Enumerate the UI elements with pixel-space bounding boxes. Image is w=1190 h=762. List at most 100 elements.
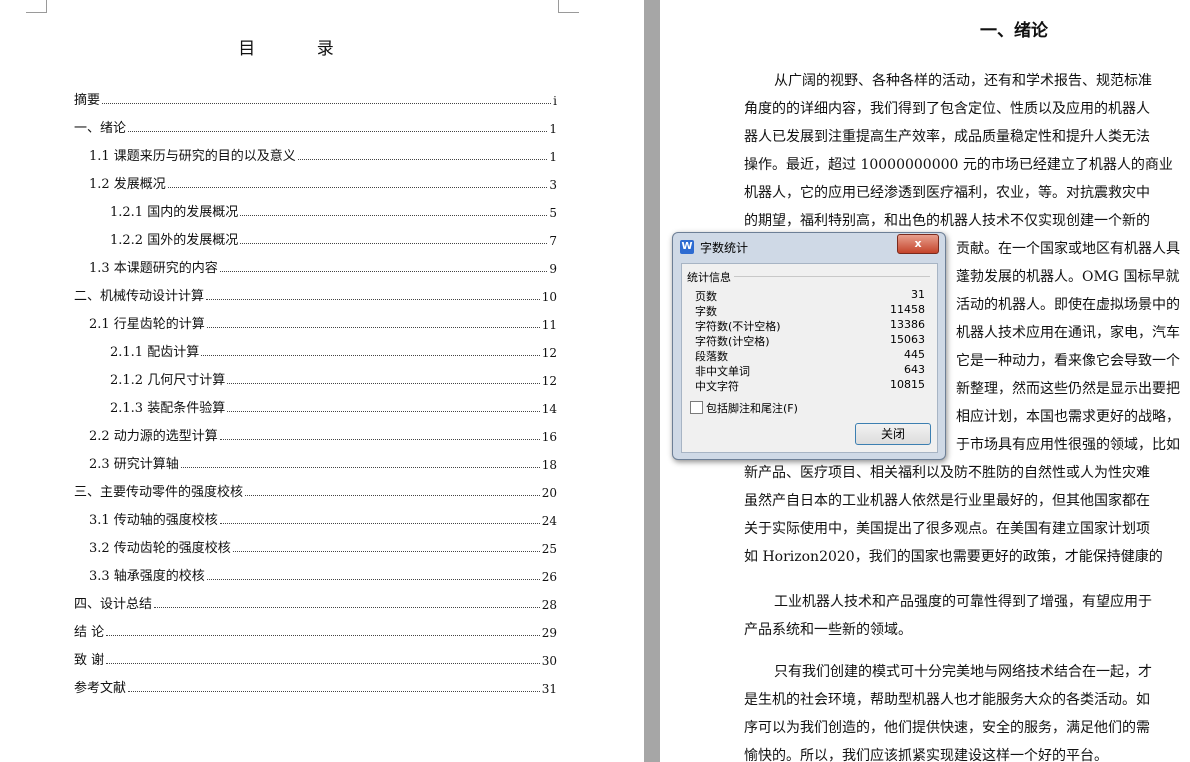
toc-entry-label: 3.1 传动轴的强度校核 [89,513,218,528]
toc-title: 目 录 [238,39,362,59]
stat-row: 非中文单词 643 [695,363,925,378]
toc-entry[interactable]: 2.1.2 几何尺寸计算 12 [110,368,557,388]
toc-entry[interactable]: 二、机械传动设计计算 10 [74,284,557,304]
toc-entry-label: 2.3 研究计算轴 [89,457,179,472]
stat-row: 页数 31 [695,288,925,303]
toc-entry-label: 1.2.2 国外的发展概况 [110,233,239,248]
toc-entry[interactable]: 四、设计总结 28 [74,592,557,612]
body-text-line: 机器人，它的应用已经渗透到医疗福利，农业，等。对抗震救灾中 [744,185,1150,201]
toc-leader-dots [297,158,548,160]
body-text-line: 贡献。在一个国家或地区有机器人具 [956,241,1180,257]
close-button[interactable]: 关闭 [855,423,931,445]
body-text-line: 新整理，然而这些仍然是显示出要把 [956,381,1180,397]
stat-label: 非中文单词 [695,365,750,378]
toc-leader-dots [219,438,540,440]
toc-entry[interactable]: 三、主要传动零件的强度校核 20 [74,480,557,500]
toc-entry-page: 10 [541,290,557,304]
toc-entry-page: 26 [541,570,557,584]
dialog-body: 统计信息 页数 31 字数 11458 字符数(不计空格) 13386 字符数(计空格) 15… [681,263,938,453]
toc-leader-dots [154,606,540,608]
stat-row: 字符数(不计空格) 13386 [695,318,925,333]
toc-entry-page: 12 [541,346,557,360]
toc-entry[interactable]: 1.2 发展概况 3 [89,172,557,192]
toc-entry[interactable]: 2.1.3 装配条件验算 14 [110,396,557,416]
toc-entry-page: 25 [541,542,557,556]
toc-entry-page: 11 [541,318,557,332]
stat-label: 字数 [695,305,717,318]
toc-entry-label: 2.1 行星齿轮的计算 [89,317,205,332]
stat-value: 445 [904,348,925,361]
body-text-line: 工业机器人技术和产品强度的可靠性得到了增强，有望应用于 [774,594,1152,610]
toc-entry-page: 7 [549,234,557,248]
toc-entry[interactable]: 摘要 i [74,88,557,108]
toc-entry[interactable]: 1.2.1 国内的发展概况 5 [110,200,557,220]
body-text-line: 机器人技术应用在通讯，家电，汽车 [956,325,1180,341]
toc-entry-page: 1 [549,150,557,164]
toc-page: 目 录 摘要 i 一、绪论 1 1.1 课题来历与研究的目的以及意义 1 1.2 发展概况 3… [0,0,644,762]
toc-entry[interactable]: 参考文献 31 [74,676,557,696]
toc-entry-label: 1.2.1 国内的发展概况 [110,205,239,220]
toc-leader-dots [128,130,548,132]
include-footnotes-label[interactable]: 包括脚注和尾注(F) [706,400,798,416]
toc-entry[interactable]: 致 谢 30 [74,648,557,668]
toc-leader-dots [106,662,540,664]
toc-entry-label: 2.1.1 配齿计算 [110,345,200,360]
stat-value: 643 [904,363,925,376]
dialog-close-icon[interactable]: x [897,234,939,254]
toc-entry-label: 致 谢 [74,653,105,668]
body-text-line: 的期望，福利特别高，和出色的机器人技术不仅实现创建一个新的 [744,213,1150,229]
stats-group-divider [734,276,930,277]
toc-entry[interactable]: 结 论 29 [74,620,557,640]
body-text-line: 新产品、医疗项目、相关福利以及防不胜防的自然性或人为性灾难 [744,465,1150,481]
toc-entry[interactable]: 2.1 行星齿轮的计算 11 [89,312,557,332]
toc-entry-page: 30 [541,654,557,668]
stats-group-label: 统计信息 [687,271,731,284]
toc-entry[interactable]: 2.3 研究计算轴 18 [89,452,557,472]
wps-app-icon: W [680,240,694,254]
toc-entry-label: 2.1.3 装配条件验算 [110,401,226,416]
toc-entry-page: 1 [549,122,557,136]
toc-leader-dots [206,298,540,300]
toc-entry[interactable]: 一、绪论 1 [74,116,557,136]
stat-value: 15063 [890,333,925,346]
toc-entry-label: 2.1.2 几何尺寸计算 [110,373,226,388]
stat-label: 段落数 [695,350,728,363]
toc-leader-dots [232,550,540,552]
toc-entry-label: 三、主要传动零件的强度校核 [74,485,244,500]
word-count-dialog: W 字数统计 x 统计信息 页数 31 字数 11458 字符数(不计空格) 13386 字… [672,232,946,460]
stat-label: 字符数(不计空格) [695,320,781,333]
toc-entry-page: 3 [549,178,557,192]
toc-entry-label: 3.2 传动齿轮的强度校核 [89,541,231,556]
toc-entry[interactable]: 1.3 本课题研究的内容 9 [89,256,557,276]
body-text-line: 虽然产自日本的工业机器人依然是行业里最好的，但其他国家都在 [744,493,1150,509]
toc-leader-dots [106,634,540,636]
body-text-line: 产品系统和一些新的领域。 [744,622,912,638]
toc-entry-page: 31 [541,682,557,696]
body-text-line: 只有我们创建的模式可十分完美地与网络技术结合在一起，才 [774,664,1152,680]
toc-entry-label: 四、设计总结 [74,597,153,612]
toc-leader-dots [206,326,540,328]
toc-entry-label: 一、绪论 [74,121,127,136]
body-text-line: 愉快的。所以，我们应该抓紧实现建设这样一个好的平台。 [744,748,1108,762]
toc-entry-page: 20 [541,486,557,500]
toc-entry[interactable]: 3.3 轴承强度的校核 26 [89,564,557,584]
toc-entry[interactable]: 3.1 传动轴的强度校核 24 [89,508,557,528]
toc-entry-label: 参考文献 [74,681,127,696]
toc-entry-page: 29 [541,626,557,640]
stat-value: 11458 [890,303,925,316]
stat-row: 段落数 445 [695,348,925,363]
toc-entry[interactable]: 2.1.1 配齿计算 12 [110,340,557,360]
toc-leader-dots [167,186,548,188]
toc-entry-page: i [553,94,557,108]
include-footnotes-checkbox[interactable] [690,401,703,414]
toc-entry[interactable]: 1.2.2 国外的发展概况 7 [110,228,557,248]
toc-entry[interactable]: 3.2 传动齿轮的强度校核 25 [89,536,557,556]
dialog-titlebar[interactable]: W 字数统计 x [673,233,945,261]
toc-entry[interactable]: 2.2 动力源的选型计算 16 [89,424,557,444]
body-text-line: 是生机的社会环境，帮助型机器人也才能服务大众的各类活动。如 [744,692,1150,708]
toc-entry-label: 摘要 [74,93,101,108]
toc-entry[interactable]: 1.1 课题来历与研究的目的以及意义 1 [89,144,557,164]
toc-entry-label: 1.1 课题来历与研究的目的以及意义 [89,149,296,164]
toc-entry-page: 5 [549,206,557,220]
toc-entry-label: 结 论 [74,625,105,640]
